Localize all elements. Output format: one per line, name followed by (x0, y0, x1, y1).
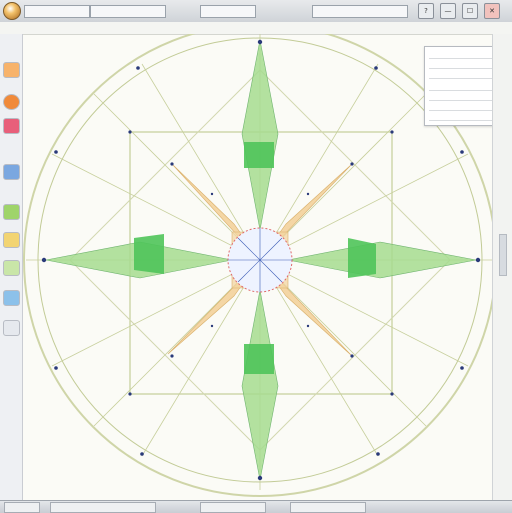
text-tool-icon[interactable] (3, 232, 20, 248)
quick-access-field-2[interactable] (90, 5, 166, 18)
scrollbar-thumb[interactable] (499, 234, 507, 276)
status-item (290, 502, 366, 513)
status-item (4, 502, 40, 513)
quick-access-field-3[interactable] (200, 5, 256, 18)
title-bar: ? — ☐ ✕ (0, 0, 512, 23)
shape-tool-icon[interactable] (3, 204, 20, 220)
drawing-canvas[interactable] (22, 34, 492, 500)
settings-icon[interactable] (3, 320, 20, 336)
tool-palette (0, 34, 23, 500)
maximize-button[interactable]: ☐ (462, 3, 478, 19)
status-item (200, 502, 266, 513)
help-button[interactable]: ? (418, 3, 434, 19)
right-scroll-panel (492, 34, 512, 500)
quick-access-field-1[interactable] (24, 5, 90, 18)
quick-access-field-4[interactable] (312, 5, 408, 18)
status-bar (0, 500, 512, 513)
zoom-icon[interactable] (3, 290, 20, 306)
app-orb-icon[interactable] (3, 2, 21, 20)
circle-tool-icon[interactable] (3, 94, 20, 110)
status-item (50, 502, 156, 513)
rectangle-tool-icon[interactable] (3, 62, 20, 78)
layers-icon[interactable] (3, 164, 20, 180)
minimize-button[interactable]: — (440, 3, 456, 19)
pen-tool-icon[interactable] (3, 260, 20, 276)
fill-icon[interactable] (3, 118, 20, 134)
close-button[interactable]: ✕ (484, 3, 500, 19)
